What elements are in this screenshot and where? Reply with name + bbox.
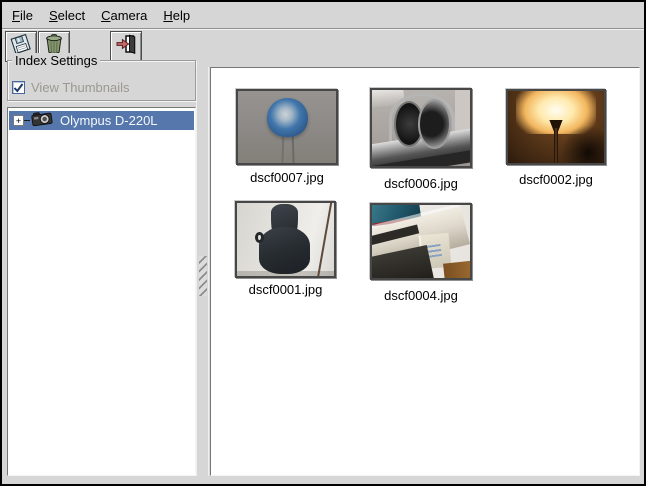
thumbnail-filename: dscf0001.jpg <box>225 282 346 298</box>
thumbnail-dscf0004[interactable] <box>370 203 472 280</box>
view-thumbnails-row[interactable]: View Thumbnails <box>12 80 130 95</box>
exit-button[interactable] <box>110 31 142 62</box>
gtkam-window: File Select Camera Help <box>0 0 646 486</box>
pane-splitter[interactable] <box>196 67 209 476</box>
photo-headphones <box>372 90 470 166</box>
splitter-grip-icon[interactable] <box>199 256 207 296</box>
thumbnail-filename: dscf0002.jpg <box>496 172 616 188</box>
camera-tree-panel[interactable]: + Olympus D-220L <box>7 107 196 476</box>
photo-printer <box>372 205 470 278</box>
thumbnail-dscf0001[interactable] <box>235 201 336 278</box>
thumbnail-dscf0006[interactable] <box>370 88 472 168</box>
checkmark-icon <box>13 82 24 93</box>
thumbnail-filename: dscf0006.jpg <box>360 176 482 192</box>
photo-guitar-case <box>237 203 334 276</box>
view-thumbnails-checkbox[interactable] <box>12 81 25 94</box>
tree-item-olympus[interactable]: + Olympus D-220L <box>9 111 194 130</box>
thumbnail-dscf0002[interactable] <box>506 89 606 165</box>
thumbnail-filename: dscf0007.jpg <box>226 170 348 186</box>
thumbnail-dscf0007[interactable] <box>236 89 338 165</box>
camera-icon <box>31 110 53 131</box>
menu-camera[interactable]: Camera <box>93 2 155 28</box>
tree-expander[interactable]: + <box>13 115 24 126</box>
photo-blue-capacitor <box>238 91 336 163</box>
frame-title: Index Settings <box>12 53 100 68</box>
index-settings-frame: Index Settings View Thumbnails <box>7 60 196 101</box>
view-thumbnails-label: View Thumbnails <box>31 80 130 95</box>
exit-door-icon <box>114 32 138 61</box>
menu-bar: File Select Camera Help <box>2 2 644 29</box>
tree-item-label: Olympus D-220L <box>60 113 158 128</box>
thumbnail-filename: dscf0004.jpg <box>360 288 482 304</box>
tree-connector <box>24 120 30 121</box>
photo-floor-lamp <box>508 91 604 163</box>
menu-file[interactable]: File <box>4 2 41 28</box>
menu-select[interactable]: Select <box>41 2 93 28</box>
menu-help[interactable]: Help <box>155 2 198 28</box>
